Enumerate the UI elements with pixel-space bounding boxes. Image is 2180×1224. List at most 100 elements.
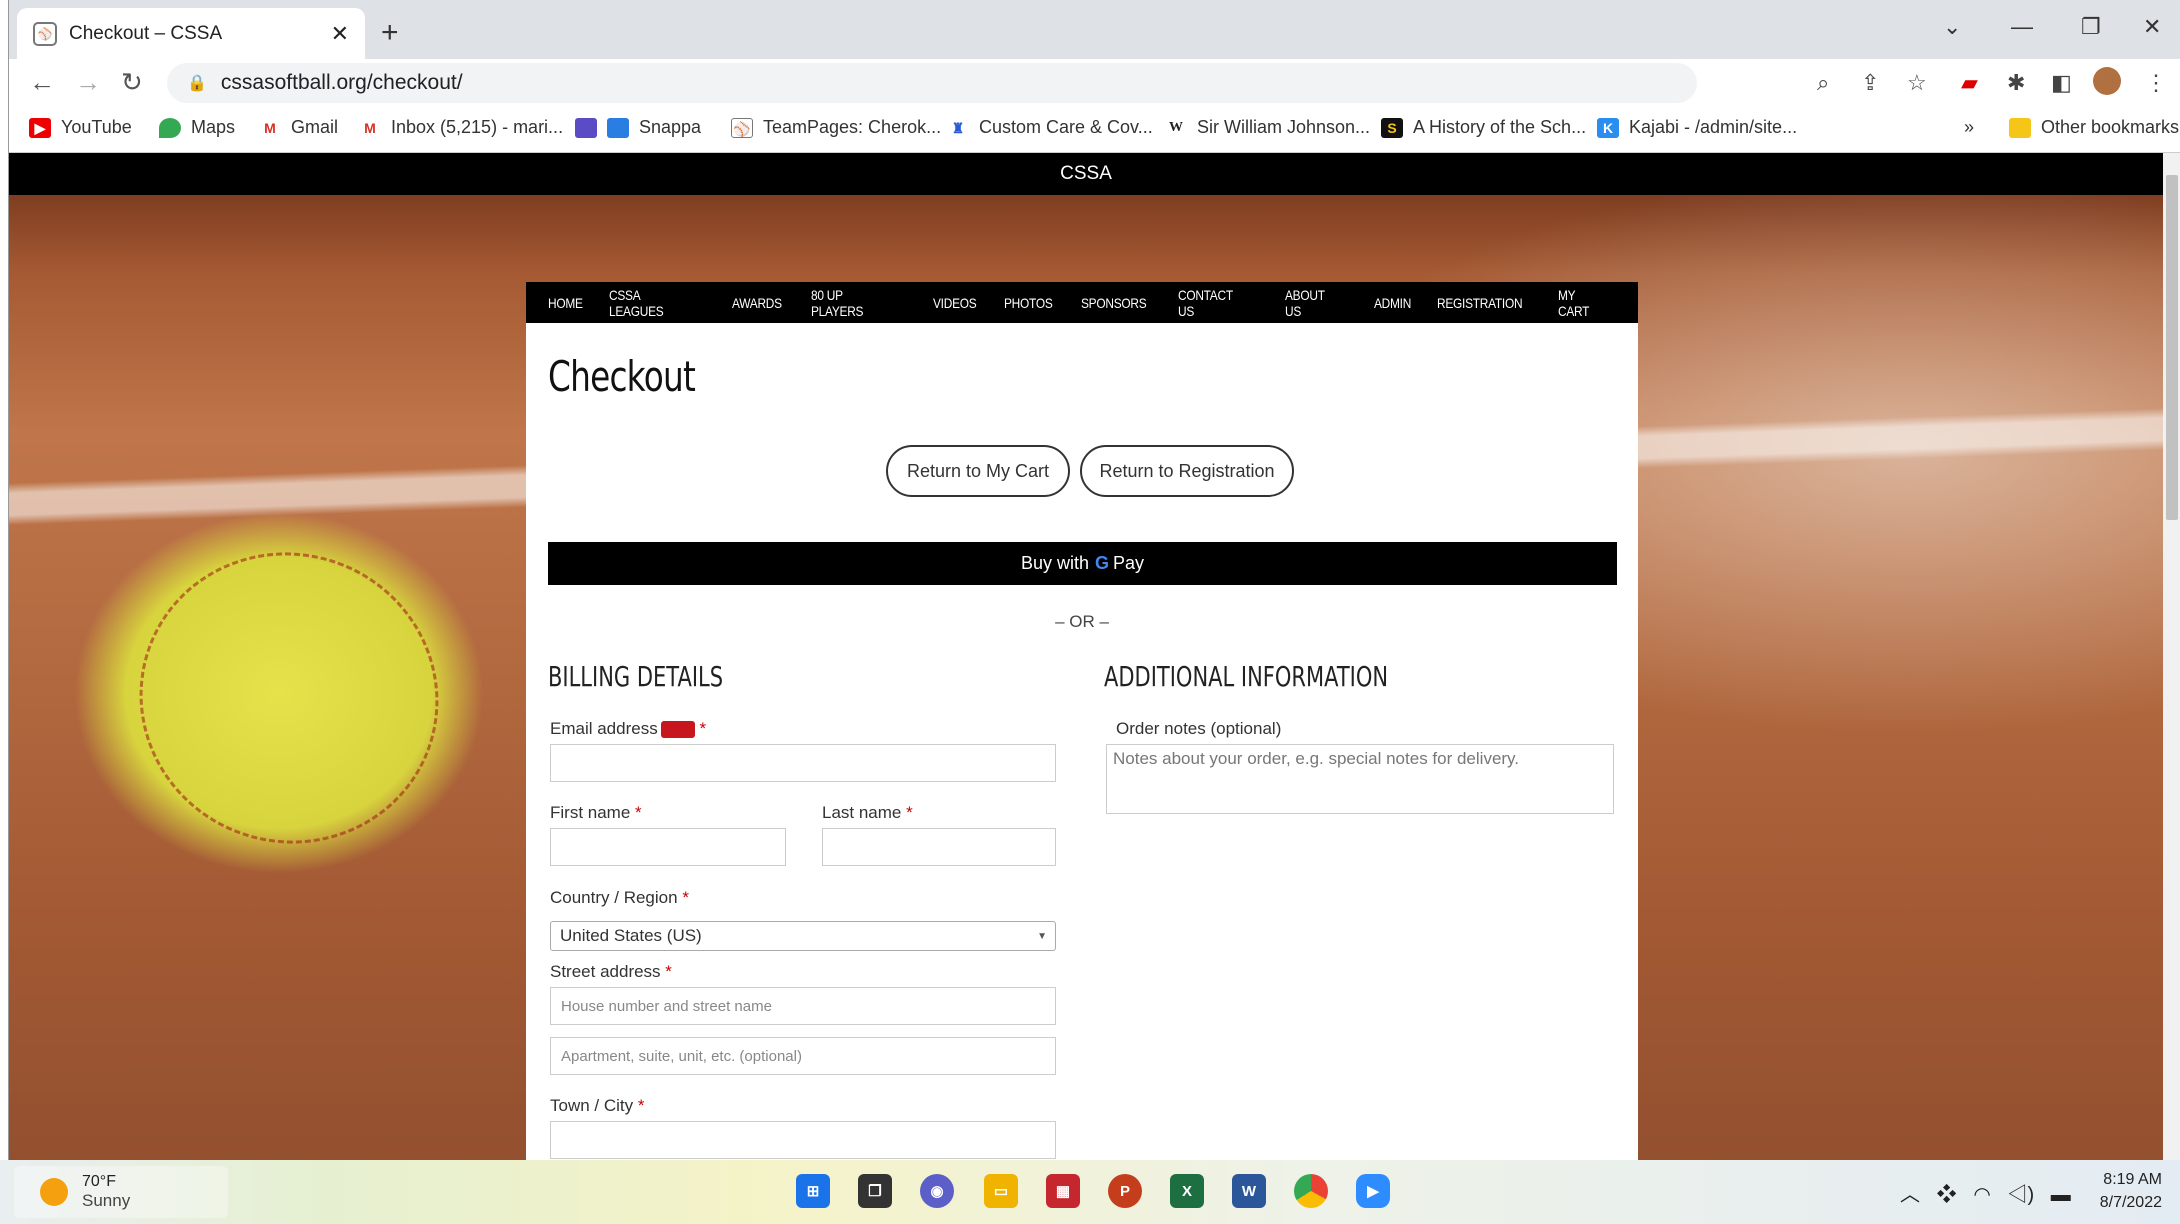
windows-taskbar: 70°F Sunny ⊞ ❐ ◉ ▭ ▦ P X W ▶ ︿ ❖ ◠ ◁) ▬ …: [0, 1160, 2180, 1224]
nav-80-up-players[interactable]: 80 UP PLAYERS: [811, 287, 898, 319]
start-menu-icon[interactable]: ⊞: [796, 1174, 830, 1208]
reload-icon[interactable]: ↻: [121, 67, 143, 98]
folder-icon: [2009, 117, 2031, 138]
zoom-icon[interactable]: ⌕: [1817, 70, 1829, 96]
clock-time: 8:19 AM: [2103, 1171, 2162, 1188]
return-to-cart-button[interactable]: Return to My Cart: [886, 445, 1070, 497]
page-title: Checkout: [548, 352, 696, 401]
web-page: CSSA HOME CSSA LEAGUES AWARDS 80 UP PLAY…: [9, 153, 2163, 1160]
restore-icon[interactable]: ❐: [2081, 14, 2101, 40]
billing-details-heading: BILLING DETAILS: [548, 660, 724, 693]
system-tray[interactable]: ︿ ❖ ◠ ◁) ▬: [1900, 1178, 2071, 1207]
tab-search-icon[interactable]: ⌄: [1943, 14, 1961, 40]
temperature: 70°F: [82, 1173, 116, 1190]
or-separator: – OR –: [1055, 612, 1109, 631]
country-select[interactable]: United States (US) ▼: [550, 921, 1056, 951]
bookmark-gmail[interactable]: M Gmail: [259, 117, 338, 138]
first-name-field[interactable]: [550, 828, 786, 866]
apartment-field[interactable]: Apartment, suite, unit, etc. (optional): [550, 1037, 1056, 1075]
bookmarks-overflow-button[interactable]: »: [1964, 117, 1974, 138]
snappa-logo-icon: [607, 117, 629, 138]
order-notes-textarea[interactable]: Notes about your order, e.g. special not…: [1106, 744, 1614, 814]
order-notes-placeholder: Notes about your order, e.g. special not…: [1113, 749, 1520, 768]
main-navigation: HOME CSSA LEAGUES AWARDS 80 UP PLAYERS V…: [526, 282, 1638, 323]
google-pay-button[interactable]: Buy with G Pay: [548, 542, 1617, 585]
clock-date: 8/7/2022: [2099, 1194, 2162, 1211]
cssa-favicon-icon: ⚾: [33, 21, 57, 46]
minimize-icon[interactable]: —: [2011, 14, 2033, 40]
street-label: Street address *: [550, 962, 672, 981]
nav-sponsors[interactable]: SPONSORS: [1081, 295, 1147, 311]
side-panel-icon[interactable]: ◧: [2051, 70, 2072, 96]
back-icon[interactable]: ←: [29, 67, 55, 98]
teams-chat-icon[interactable]: ◉: [920, 1174, 954, 1208]
pay-label: Pay: [1113, 553, 1145, 573]
google-g-icon: G: [1094, 553, 1109, 573]
bookmark-maps[interactable]: Maps: [159, 117, 235, 138]
task-view-icon[interactable]: ❐: [858, 1174, 892, 1208]
city-field[interactable]: [550, 1121, 1056, 1159]
weather-widget[interactable]: 70°F Sunny: [14, 1166, 228, 1218]
nav-home[interactable]: HOME: [548, 295, 583, 311]
nav-registration[interactable]: REGISTRATION: [1437, 295, 1523, 311]
clock[interactable]: 8:19 AM 8/7/2022: [2100, 1168, 2162, 1214]
other-bookmarks[interactable]: Other bookmarks: [2009, 117, 2179, 138]
nav-about-us[interactable]: ABOUT US: [1285, 287, 1344, 319]
bookmark-history[interactable]: SA History of the Sch...: [1381, 117, 1586, 138]
excel-icon[interactable]: X: [1170, 1174, 1204, 1208]
nav-photos[interactable]: PHOTOS: [1004, 295, 1053, 311]
first-name-label: First name *: [550, 803, 642, 822]
zoom-app-icon[interactable]: ▶: [1356, 1174, 1390, 1208]
return-to-registration-button[interactable]: Return to Registration: [1080, 445, 1294, 497]
nav-my-cart[interactable]: MY CART: [1558, 287, 1609, 319]
bookmark-kajabi[interactable]: K Kajabi - /admin/site...: [1597, 117, 1797, 138]
street-placeholder: House number and street name: [561, 997, 772, 1015]
email-field[interactable]: [550, 744, 1056, 782]
last-name-field[interactable]: [822, 828, 1056, 866]
tab-strip: ⚾ Checkout – CSSA ✕ + ⌄ — ❐ ✕: [9, 0, 2180, 59]
browser-window: ⚾ Checkout – CSSA ✕ + ⌄ — ❐ ✕ ← → ↻ 🔒 cs…: [8, 0, 2180, 1160]
apartment-placeholder: Apartment, suite, unit, etc. (optional): [561, 1047, 802, 1065]
share-icon[interactable]: ⇪: [1861, 70, 1879, 96]
bookmark-teampages[interactable]: ⚾ TeamPages: Cherok...: [731, 117, 941, 138]
profile-avatar[interactable]: [2093, 67, 2121, 95]
acrobat-extension-icon[interactable]: ▰: [1961, 70, 1978, 96]
bookmark-sir-william[interactable]: W Sir William Johnson...: [1165, 117, 1370, 138]
additional-info-heading: ADDITIONAL INFORMATION: [1104, 660, 1389, 693]
nav-admin[interactable]: ADMIN: [1374, 295, 1411, 311]
scrollbar-thumb[interactable]: [2166, 175, 2178, 520]
bookmark-snappa[interactable]: Snappa: [575, 117, 701, 138]
nav-videos[interactable]: VIDEOS: [933, 295, 977, 311]
redacted-mark: [660, 721, 695, 739]
forward-icon[interactable]: →: [75, 67, 101, 98]
powerpoint-icon[interactable]: P: [1108, 1174, 1142, 1208]
bookmark-youtube[interactable]: ▶ YouTube: [29, 117, 132, 138]
bookmark-star-icon[interactable]: ☆: [1907, 70, 1927, 96]
nav-contact-us[interactable]: CONTACT US: [1178, 287, 1252, 319]
file-explorer-icon[interactable]: ▭: [984, 1174, 1018, 1208]
bookmark-custom-care[interactable]: ♜ Custom Care & Cov...: [947, 117, 1153, 138]
address-bar[interactable]: 🔒 cssasoftball.org/checkout/: [167, 63, 1697, 103]
close-window-icon[interactable]: ✕: [2143, 14, 2161, 40]
extensions-icon[interactable]: ✱: [2007, 70, 2025, 96]
last-name-label: Last name *: [822, 803, 913, 822]
tab-close-icon[interactable]: ✕: [331, 21, 349, 47]
page-scrollbar[interactable]: [2163, 153, 2180, 1160]
nav-awards[interactable]: AWARDS: [732, 295, 782, 311]
content-container: HOME CSSA LEAGUES AWARDS 80 UP PLAYERS V…: [526, 282, 1638, 1160]
street-address-field[interactable]: House number and street name: [550, 987, 1056, 1025]
site-top-bar: CSSA: [9, 153, 2163, 195]
bookmark-inbox[interactable]: M Inbox (5,215) - mari...: [359, 117, 563, 138]
menu-icon[interactable]: ⋮: [2145, 70, 2167, 96]
chrome-icon[interactable]: [1294, 1174, 1328, 1208]
nav-cssa-leagues[interactable]: CSSA LEAGUES: [609, 287, 697, 319]
country-value: United States (US): [560, 926, 702, 945]
news-app-icon[interactable]: ▦: [1046, 1174, 1080, 1208]
city-label: Town / City *: [550, 1096, 645, 1115]
tab-checkout[interactable]: ⚾ Checkout – CSSA ✕: [17, 8, 365, 59]
weather-condition: Sunny: [82, 1191, 131, 1210]
gmail-icon: M: [259, 117, 281, 138]
lock-icon: 🔒: [187, 75, 207, 92]
word-icon[interactable]: W: [1232, 1174, 1266, 1208]
new-tab-button[interactable]: +: [381, 16, 399, 50]
